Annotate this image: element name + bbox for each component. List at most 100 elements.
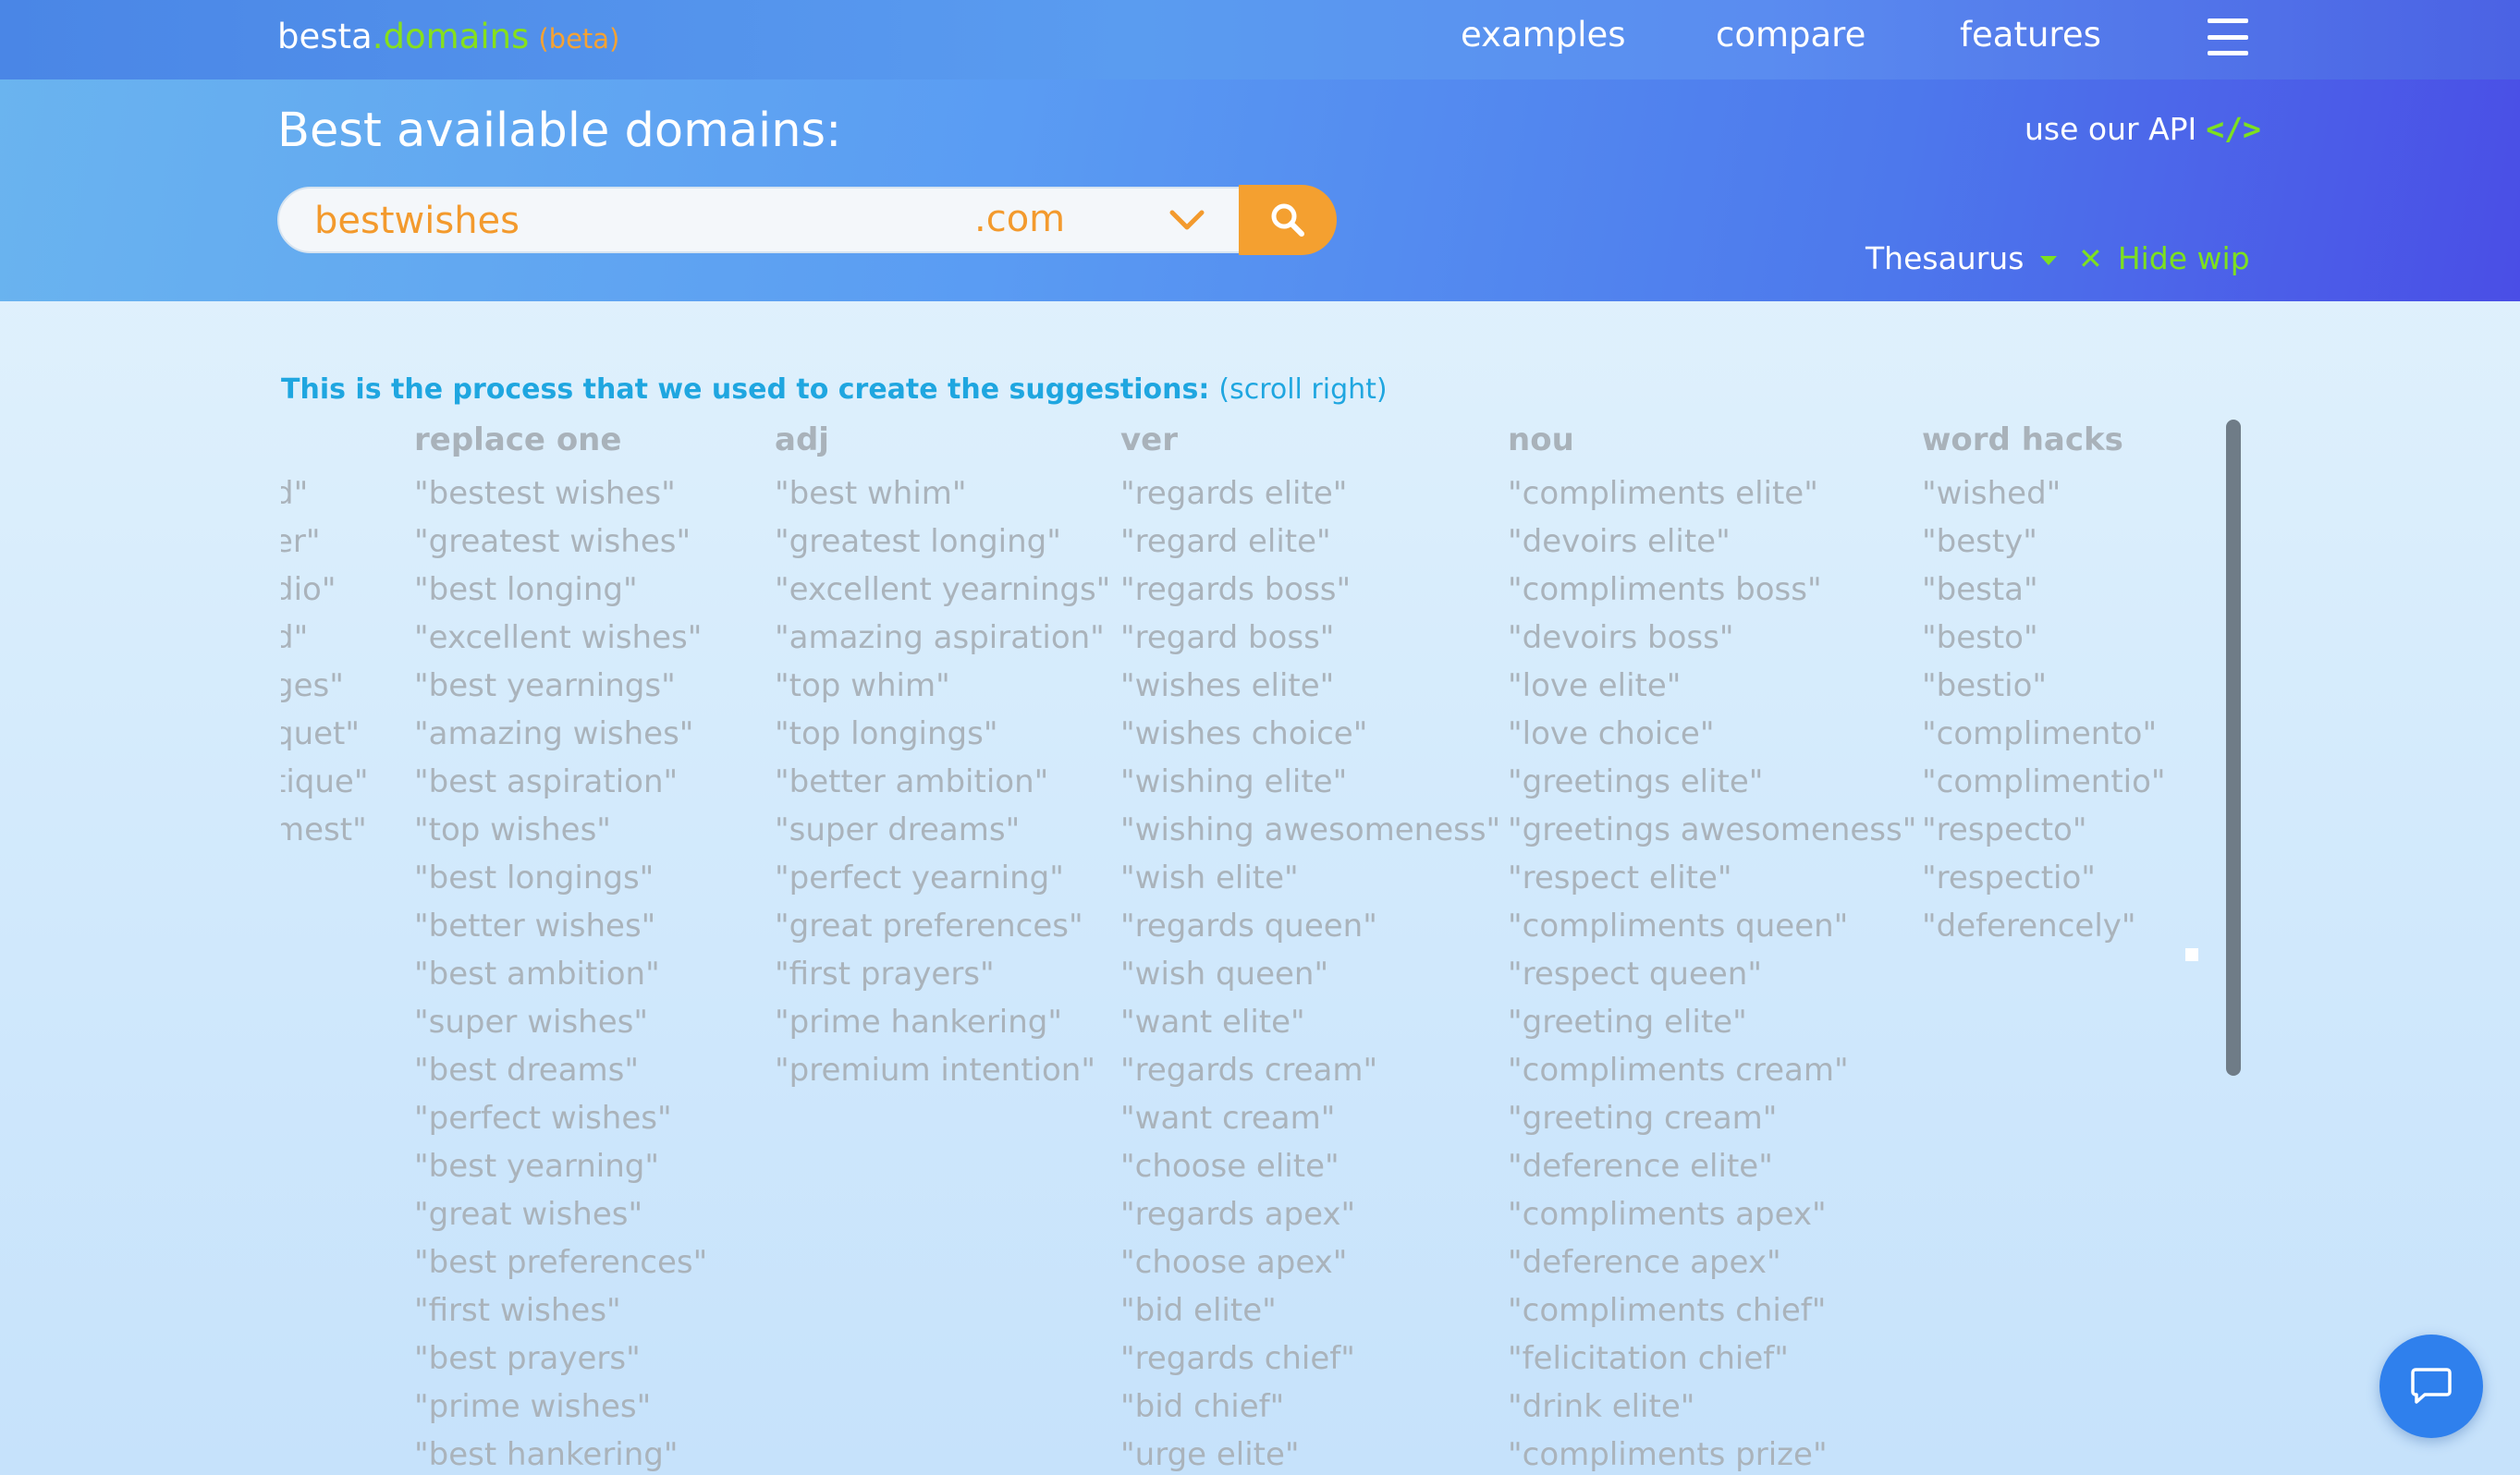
suggestion-item: "deference apex" [1508, 1244, 1781, 1281]
column-heading: adj [775, 421, 829, 458]
hamburger-menu-icon[interactable] [2208, 18, 2248, 55]
suggestion-item: "compliments cream" [1508, 1052, 1849, 1089]
suggestion-item: er" [281, 523, 321, 560]
suggestion-item: "wish queen" [1120, 956, 1329, 993]
suggestion-item: "respect elite" [1508, 859, 1732, 896]
suggestion-item: "best longings" [414, 859, 654, 896]
suggestion-item: "regards elite" [1120, 475, 1348, 512]
suggestion-item: "felicitation chief" [1508, 1340, 1789, 1377]
suggestion-item: "greetings elite" [1508, 763, 1764, 800]
suggestion-item: "compliments apex" [1508, 1196, 1827, 1233]
suggestion-item: "drink elite" [1508, 1388, 1695, 1425]
suggestion-item: d" [281, 619, 309, 656]
tld-select[interactable]: .com [974, 198, 1065, 240]
chat-button[interactable] [2379, 1335, 2483, 1438]
suggestion-item: "compliments elite" [1508, 475, 1818, 512]
api-link[interactable]: use our API </> [2025, 111, 2261, 147]
suggestion-item: "best ambition" [414, 956, 660, 993]
suggestion-item: "best hankering" [414, 1436, 679, 1473]
suggestion-item: mest" [281, 811, 367, 848]
process-title: This is the process that we used to crea… [281, 373, 1388, 406]
suggestion-item: "deference elite" [1508, 1148, 1773, 1185]
suggestion-item: "regard elite" [1120, 523, 1331, 560]
scroll-hint: (scroll right) [1218, 373, 1388, 406]
suggestion-item: dio" [281, 571, 336, 608]
domain-search-input[interactable] [314, 200, 906, 242]
suggestion-item: "greetings awesomeness" [1508, 811, 1917, 848]
suggestion-item: "super wishes" [414, 1004, 648, 1041]
column-heading: word hacks [1922, 421, 2123, 458]
suggestion-item: "compliments chief" [1508, 1292, 1827, 1329]
suggestion-item: "better wishes" [414, 908, 656, 945]
chevron-down-icon[interactable] [1168, 205, 1205, 235]
suggestion-item: "wishes elite" [1120, 667, 1335, 704]
suggestion-item: "complimento" [1922, 715, 2158, 752]
suggestion-item: "best whim" [775, 475, 967, 512]
suggestion-item: "best yearnings" [414, 667, 676, 704]
column-heading: replace one [414, 421, 622, 458]
suggestion-item: ges" [281, 667, 344, 704]
nav-features[interactable]: features [1960, 15, 2101, 55]
domain-search-box: .com [277, 187, 1241, 253]
caret-down-icon [2040, 255, 2058, 265]
suggestion-item: "regards queen" [1120, 908, 1377, 945]
suggestion-item: "best preferences" [414, 1244, 708, 1281]
suggestion-item: "excellent yearnings" [775, 571, 1111, 608]
vertical-scrollbar[interactable] [2226, 420, 2241, 1076]
nav-compare[interactable]: compare [1716, 15, 1866, 55]
suggestion-item: d" [281, 475, 309, 512]
suggestion-item: "first wishes" [414, 1292, 621, 1329]
search-button[interactable] [1239, 185, 1337, 255]
process-column-adj: adj "best whim" "greatest longing" "excell… [775, 421, 1110, 1094]
suggestion-item: "great preferences" [775, 908, 1083, 945]
suggestion-item: "greatest wishes" [414, 523, 691, 560]
suggestion-item: "top wishes" [414, 811, 611, 848]
logo-dot: . [372, 17, 384, 56]
logo[interactable]: besta.domains (beta) [277, 17, 619, 56]
nav-examples[interactable]: examples [1461, 15, 1626, 55]
suggestion-item: "wishing awesomeness" [1120, 811, 1501, 848]
suggestion-item: "better ambition" [775, 763, 1049, 800]
suggestion-item: "prime hankering" [775, 1004, 1063, 1041]
process-column-word-hacks: word hacks "wished" "besty" "besta" "besto"… [1922, 421, 2166, 950]
hide-wip-button[interactable]: ✕ Hide wip [2078, 240, 2250, 276]
suggestion-item: "regard boss" [1120, 619, 1335, 656]
process-columns[interactable]: d" er" dio" d" ges" quet" tique" mest" replace … [281, 421, 2230, 1475]
suggestion-item: "first prayers" [775, 956, 995, 993]
column-heading: ver [1120, 421, 1178, 458]
suggestion-item: "compliments queen" [1508, 908, 1849, 945]
suggestion-item: "besty" [1922, 523, 2037, 560]
suggestion-item: "besta" [1922, 571, 2038, 608]
close-icon: ✕ [2078, 241, 2103, 276]
suggestion-item: "wishing elite" [1120, 763, 1348, 800]
scroll-marker [2185, 948, 2198, 961]
suggestion-item: "love elite" [1508, 667, 1682, 704]
suggestion-item: "deferencely" [1922, 908, 2136, 945]
suggestion-item: "devoirs boss" [1508, 619, 1734, 656]
suggestion-item: "best prayers" [414, 1340, 641, 1377]
process-title-text: This is the process that we used to crea… [281, 373, 1210, 406]
suggestion-item: "besto" [1922, 619, 2038, 656]
suggestion-item: quet" [281, 715, 361, 752]
suggestion-item: "greeting cream" [1508, 1100, 1778, 1137]
code-icon: </> [2206, 111, 2261, 147]
suggestion-item: "top longings" [775, 715, 998, 752]
suggestion-item: "premium intention" [775, 1052, 1095, 1089]
suggestion-item: "prime wishes" [414, 1388, 652, 1425]
suggestion-item: "choose elite" [1120, 1148, 1340, 1185]
process-column-partial: d" er" dio" d" ges" quet" tique" mest" [281, 421, 368, 854]
suggestion-item: "great wishes" [414, 1196, 643, 1233]
api-link-label: use our API [2025, 111, 2197, 147]
suggestion-item: "compliments prize" [1508, 1436, 1828, 1473]
suggestion-item: "want elite" [1120, 1004, 1305, 1041]
suggestion-item: "regards cream" [1120, 1052, 1378, 1089]
suggestion-item: "perfect yearning" [775, 859, 1064, 896]
suggestion-item: "best dreams" [414, 1052, 640, 1089]
process-column-ver: ver "regards elite" "regard elite" "regard… [1120, 421, 1500, 1475]
suggestion-item: "urge elite" [1120, 1436, 1300, 1473]
suggestion-item: tique" [281, 763, 369, 800]
page-title: Best available domains: [277, 104, 842, 158]
thesaurus-dropdown[interactable]: Thesaurus [1866, 240, 2058, 276]
suggestion-item: "wish elite" [1120, 859, 1299, 896]
logo-domains: domains [383, 17, 530, 56]
